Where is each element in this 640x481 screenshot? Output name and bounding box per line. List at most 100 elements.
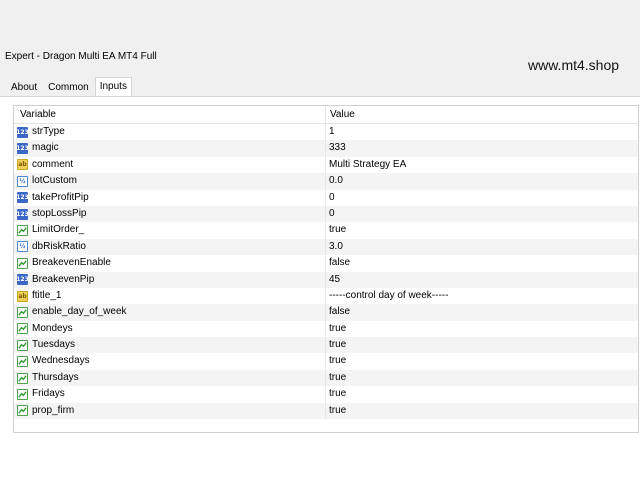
value-cell[interactable]: 0: [326, 190, 335, 206]
value-cell[interactable]: 3.0: [326, 239, 343, 255]
variable-cell: 123 stopLossPip: [14, 205, 326, 223]
string-type-icon: ab: [17, 159, 28, 171]
tab-inputs[interactable]: Inputs: [94, 77, 132, 96]
integer-type-icon: 123: [16, 192, 29, 204]
variable-name: Wednesdays: [32, 355, 90, 367]
tab-bar: About Common Inputs: [6, 77, 133, 96]
variable-name: BreakevenPip: [32, 273, 95, 285]
variable-cell: LimitOrder_: [14, 222, 326, 239]
value-cell[interactable]: 1: [326, 124, 335, 140]
variable-cell: Thursdays: [14, 369, 326, 387]
table-row[interactable]: 123 strType 1: [14, 124, 638, 141]
integer-type-icon: 123: [16, 143, 29, 155]
variable-name: Fridays: [32, 388, 65, 400]
table-header: Variable Value: [14, 106, 638, 124]
variable-name: Thursdays: [32, 371, 79, 383]
variable-cell: ½ lotCustom: [14, 173, 326, 190]
value-cell[interactable]: true: [326, 321, 346, 337]
value-cell[interactable]: false: [326, 304, 350, 320]
watermark-text: www.mt4.shop: [528, 57, 620, 73]
double-type-icon: ½: [17, 175, 28, 187]
variable-name: Mondeys: [32, 322, 73, 334]
variable-cell: prop_firm: [14, 402, 326, 420]
variable-cell: 123 takeProfitPip: [14, 189, 326, 206]
table-row[interactable]: ab comment Multi Strategy EA: [14, 156, 638, 174]
table-row[interactable]: ab ftitle_1 -----control day of week-----: [14, 287, 638, 305]
table-row[interactable]: Mondeys true: [14, 320, 638, 338]
variable-name: dbRiskRatio: [32, 240, 86, 252]
table-body: 123 strType 1 123 magic 333 ab comment Multi Str…: [14, 124, 638, 420]
value-cell[interactable]: 0.0: [326, 173, 343, 189]
table-row[interactable]: 123 BreakevenPip 45: [14, 271, 638, 288]
boolean-type-icon: [17, 257, 28, 269]
table-row[interactable]: Wednesdays true: [14, 353, 638, 370]
variable-cell: BreakevenEnable: [14, 255, 326, 272]
variable-name: Tuesdays: [32, 339, 75, 351]
table-row[interactable]: LimitOrder_ true: [14, 222, 638, 239]
tab-common[interactable]: Common: [43, 78, 94, 96]
table-row[interactable]: enable_day_of_week false: [14, 304, 638, 321]
variable-name: takeProfitPip: [32, 191, 89, 203]
value-cell[interactable]: true: [326, 386, 346, 402]
variable-cell: Fridays: [14, 386, 326, 403]
value-cell[interactable]: true: [326, 337, 346, 353]
column-header-variable[interactable]: Variable: [14, 106, 326, 123]
boolean-type-icon: [17, 356, 28, 368]
table-row[interactable]: ½ lotCustom 0.0: [14, 173, 638, 190]
inputs-panel: Variable Value 123 strType 1 123 magic 333 ab c…: [0, 96, 640, 481]
value-cell[interactable]: 0: [326, 206, 335, 222]
tab-about[interactable]: About: [6, 78, 42, 96]
boolean-type-icon: [17, 405, 28, 417]
table-row[interactable]: 123 stopLossPip 0: [14, 205, 638, 223]
table-row[interactable]: Tuesdays true: [14, 337, 638, 354]
value-cell[interactable]: 45: [326, 272, 340, 288]
integer-type-icon: 123: [16, 126, 29, 138]
variable-cell: 123 strType: [14, 124, 326, 141]
boolean-type-icon: [17, 388, 28, 400]
string-type-icon: ab: [17, 290, 28, 302]
double-type-icon: ½: [17, 241, 28, 253]
variable-cell: ab ftitle_1: [14, 287, 326, 305]
integer-type-icon: 123: [16, 208, 29, 220]
variable-name: enable_day_of_week: [32, 306, 127, 318]
variable-cell: Mondeys: [14, 320, 326, 338]
window-title: Expert - Dragon Multi EA MT4 Full: [5, 51, 157, 62]
variable-name: BreakevenEnable: [32, 257, 111, 269]
table-row[interactable]: BreakevenEnable false: [14, 255, 638, 272]
variable-name: stopLossPip: [32, 207, 87, 219]
table-row[interactable]: ½ dbRiskRatio 3.0: [14, 238, 638, 256]
variable-name: strType: [32, 126, 65, 137]
variable-name: LimitOrder_: [32, 224, 85, 236]
variable-name: prop_firm: [32, 404, 75, 416]
inputs-table: Variable Value 123 strType 1 123 magic 333 ab c…: [13, 105, 639, 433]
table-row[interactable]: 123 takeProfitPip 0: [14, 189, 638, 206]
boolean-type-icon: [17, 225, 28, 237]
variable-cell: ½ dbRiskRatio: [14, 238, 326, 256]
value-cell[interactable]: -----control day of week-----: [326, 288, 448, 304]
variable-name: magic: [32, 142, 59, 154]
boolean-type-icon: [17, 339, 28, 351]
boolean-type-icon: [17, 306, 28, 318]
value-cell[interactable]: Multi Strategy EA: [326, 157, 406, 173]
variable-cell: ab comment: [14, 156, 326, 174]
value-cell[interactable]: true: [326, 222, 346, 238]
variable-cell: 123 magic: [14, 140, 326, 157]
table-row[interactable]: Fridays true: [14, 386, 638, 403]
column-header-value[interactable]: Value: [326, 106, 355, 123]
variable-cell: Wednesdays: [14, 353, 326, 370]
variable-cell: 123 BreakevenPip: [14, 271, 326, 288]
value-cell[interactable]: false: [326, 255, 350, 271]
value-cell[interactable]: true: [326, 353, 346, 369]
variable-name: lotCustom: [32, 175, 78, 187]
value-cell[interactable]: true: [326, 403, 346, 419]
value-cell[interactable]: true: [326, 370, 346, 386]
integer-type-icon: 123: [16, 274, 29, 286]
variable-name: comment: [32, 158, 74, 170]
table-row[interactable]: 123 magic 333: [14, 140, 638, 157]
table-row[interactable]: prop_firm true: [14, 402, 638, 420]
variable-cell: enable_day_of_week: [14, 304, 326, 321]
value-cell[interactable]: 333: [326, 140, 346, 156]
table-row[interactable]: Thursdays true: [14, 369, 638, 387]
boolean-type-icon: [17, 372, 28, 384]
variable-cell: Tuesdays: [14, 337, 326, 354]
